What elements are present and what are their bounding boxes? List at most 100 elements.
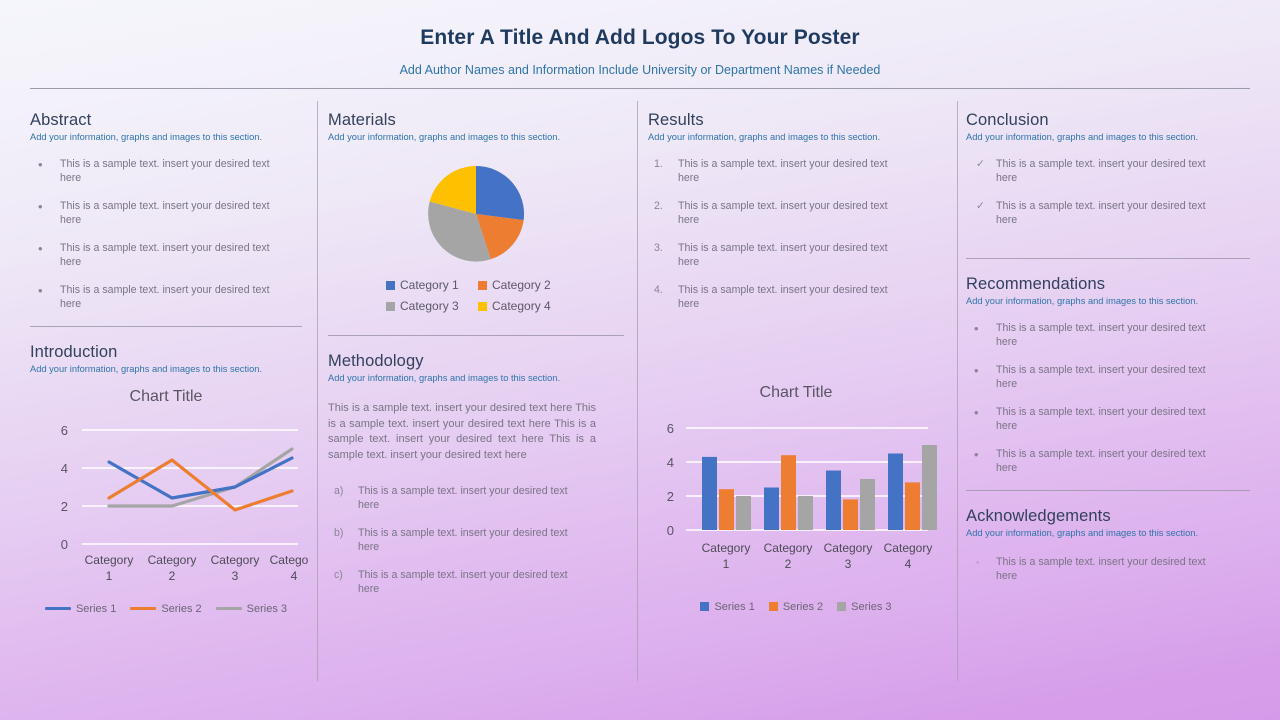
legend-swatch-category-1 — [386, 280, 395, 290]
bar-c1-series-1 — [702, 456, 717, 530]
line-chart-legend: Series 1 Series 2 Series 3 — [30, 603, 302, 615]
bar-c4-series-2 — [905, 482, 920, 530]
list-item: c) This is a sample text. insert your des… — [328, 569, 573, 597]
list-item-text: This is a sample text. insert your desir… — [678, 199, 888, 226]
acknowledgements-heading: Acknowledgements — [966, 506, 1111, 525]
list-item-text: This is a sample text. insert your desir… — [996, 363, 1206, 390]
xtick-category-4-num: 4 — [905, 557, 912, 571]
acknowledgements-subtitle: Add your information, graphs and images … — [966, 527, 1199, 538]
bar-c2-series-1 — [764, 487, 779, 530]
legend-swatch-series-1 — [44, 607, 71, 611]
list-item: ✓ This is a sample text. insert your desi… — [966, 158, 1211, 186]
list-item: • This is a sample text. insert your desi… — [966, 446, 1211, 476]
list-item: a) This is a sample text. insert your des… — [328, 485, 573, 513]
xtick-category-3: Category — [824, 541, 873, 555]
recommendations-bullet-list: • This is a sample text. insert your desi… — [966, 321, 1250, 476]
poster-header: Enter A Title And Add Logos To Your Post… — [0, 0, 1280, 89]
bar-c1-series-3 — [736, 495, 751, 530]
column-1: Abstract Add your information, graphs an… — [30, 89, 318, 701]
bar-c3-series-2 — [843, 499, 858, 530]
results-subtitle: Add your information, graphs and images … — [648, 132, 881, 142]
materials-pie-chart — [428, 165, 525, 262]
legend-label-category-3: Category 3 — [400, 299, 459, 313]
xtick-category-4: Category — [270, 553, 308, 567]
bar-c4-series-1 — [888, 453, 903, 530]
list-marker: 1. — [654, 158, 663, 170]
list-marker: 3. — [654, 241, 663, 254]
methodology-subtitle: Add your information, graphs and images … — [328, 373, 561, 383]
ytick-6: 6 — [61, 423, 68, 438]
bullet-icon: • — [974, 446, 979, 462]
materials-subtitle: Add your information, graphs and images … — [328, 132, 561, 142]
conclusion-recommendations-divider — [966, 257, 1250, 259]
bar-c3-series-1 — [826, 470, 841, 530]
list-item: 1. This is a sample text. insert your des… — [648, 158, 893, 186]
legend-label-series-2: Series 2 — [161, 602, 202, 615]
legend-swatch-series-1 — [700, 602, 710, 612]
section-acknowledgements: Acknowledgements Add your information, g… — [966, 507, 1250, 584]
list-marker: 2. — [654, 199, 663, 212]
recommendations-subtitle: Add your information, graphs and images … — [966, 295, 1199, 306]
xtick-category-4-num: 4 — [291, 569, 298, 583]
list-item-text: This is a sample text. insert your desir… — [358, 569, 568, 596]
check-icon: ✓ — [976, 158, 985, 170]
materials-methodology-divider — [328, 335, 624, 336]
list-item-text: This is a sample text. insert your desir… — [996, 321, 1206, 348]
legend-item-category-4: Category 4 — [478, 299, 560, 313]
bar-c1-series-2 — [719, 488, 734, 530]
ytick-4: 4 — [667, 455, 674, 470]
recommendations-heading: Recommendations — [966, 274, 1106, 293]
list-item: 4. This is a sample text. insert your des… — [648, 284, 893, 312]
column-4: Conclusion Add your information, graphs … — [958, 89, 1250, 701]
section-abstract: Abstract Add your information, graphs an… — [30, 111, 302, 312]
bullet-icon: • — [974, 404, 979, 420]
section-conclusion: Conclusion Add your information, graphs … — [966, 111, 1250, 228]
list-item: • This is a sample text. insert your desi… — [30, 198, 275, 228]
list-item: • This is a sample text. insert your desi… — [966, 321, 1211, 350]
conclusion-subtitle: Add your information, graphs and images … — [966, 132, 1199, 142]
legend-swatch-series-3 — [215, 607, 242, 611]
results-numbered-list: 1. This is a sample text. insert your des… — [648, 158, 944, 312]
list-item: ◦ This is a sample text. insert your desi… — [966, 556, 1211, 584]
introduction-subtitle: Add your information, graphs and images … — [30, 363, 263, 374]
ytick-2: 2 — [667, 489, 674, 504]
bullet-icon: • — [38, 282, 43, 298]
list-item-text: This is a sample text. insert your desir… — [358, 485, 568, 512]
xtick-category-2-num: 2 — [169, 569, 176, 583]
abstract-subtitle: Add your information, graphs and images … — [30, 132, 263, 142]
xtick-category-1: Category — [702, 541, 751, 555]
legend-swatch-category-4 — [478, 301, 487, 311]
list-item: 3. This is a sample text. insert your des… — [648, 242, 893, 270]
line-series-1 — [107, 456, 294, 500]
xtick-category-3: Category — [211, 553, 260, 567]
author-line: Add Author Names and Information Include… — [399, 63, 881, 77]
abstract-bullet-list: • This is a sample text. insert your desi… — [30, 157, 302, 312]
list-item-text: This is a sample text. insert your desir… — [996, 405, 1206, 432]
bar-c2-series-3 — [798, 495, 813, 530]
legend-label-series-3: Series 3 — [851, 600, 892, 613]
materials-pie-wrap — [328, 164, 624, 264]
ytick-0: 0 — [61, 537, 68, 552]
legend-label-series-1: Series 1 — [714, 600, 755, 613]
pie-chart-legend: Category 1 Category 2 Category 3 Categor… — [386, 278, 566, 313]
list-item-text: This is a sample text. insert your desir… — [678, 158, 888, 184]
legend-swatch-series-3 — [837, 602, 847, 612]
legend-label-series-3: Series 3 — [246, 602, 288, 615]
legend-label-category-1: Category 1 — [400, 278, 459, 292]
column-3: Results Add your information, graphs and… — [638, 89, 958, 701]
list-item: • This is a sample text. insert your desi… — [30, 157, 275, 186]
bullet-icon: • — [38, 157, 43, 172]
list-item-text: This is a sample text. insert your desir… — [678, 241, 888, 268]
ytick-0: 0 — [667, 523, 674, 538]
xtick-category-1-num: 1 — [723, 557, 730, 571]
section-introduction: Introduction Add your information, graph… — [30, 343, 318, 615]
legend-label-category-2: Category 2 — [492, 278, 551, 292]
bar-c2-series-2 — [781, 454, 796, 530]
legend-item-series-2: Series 2 — [130, 602, 202, 615]
bullet-icon: • — [38, 198, 43, 214]
list-item-text: This is a sample text. insert your desir… — [358, 527, 568, 554]
list-item-text: This is a sample text. insert your desir… — [60, 158, 270, 184]
list-marker: a) — [334, 485, 344, 498]
legend-item-series-3: Series 3 — [837, 600, 892, 613]
list-item-text: This is a sample text. insert your desir… — [60, 199, 270, 226]
